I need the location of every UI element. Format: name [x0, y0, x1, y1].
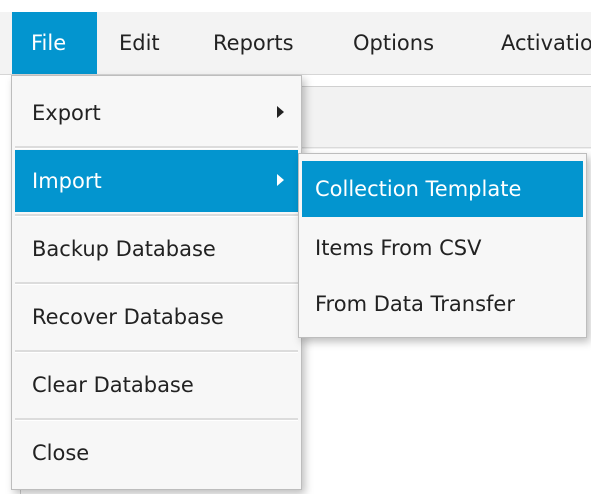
- menu-item-export[interactable]: Export: [15, 82, 298, 144]
- menu-item-items-from-csv[interactable]: Items From CSV: [302, 220, 583, 276]
- menu-item-label: From Data Transfer: [315, 292, 515, 316]
- menu-item-backup-database[interactable]: Backup Database: [15, 218, 298, 280]
- menu-separator: [15, 214, 298, 217]
- menu-item-label: Recover Database: [32, 305, 224, 329]
- menu-separator: [15, 418, 298, 421]
- chevron-right-icon: [277, 106, 284, 118]
- menu-item-label: Import: [32, 169, 102, 193]
- menu-separator: [15, 350, 298, 353]
- menu-bar: File Edit Reports Options Activation: [0, 12, 591, 75]
- menu-item-close[interactable]: Close: [15, 422, 298, 484]
- app-window: File Edit Reports Options Activation Exp…: [0, 0, 591, 494]
- import-submenu: Collection Template Items From CSV From …: [298, 153, 587, 338]
- menu-item-label: Export: [32, 101, 101, 125]
- file-menu-dropdown: Export Import Backup Database Recover Da…: [11, 75, 302, 490]
- menu-separator: [15, 282, 298, 285]
- chevron-right-icon: [277, 174, 284, 186]
- menu-item-from-data-transfer[interactable]: From Data Transfer: [302, 276, 583, 332]
- menu-item-label: Backup Database: [32, 237, 216, 261]
- menu-item-label: Clear Database: [32, 373, 194, 397]
- menu-edit[interactable]: Edit: [100, 12, 190, 74]
- menu-item-label: Close: [32, 441, 90, 465]
- menu-reports[interactable]: Reports: [194, 12, 318, 74]
- menu-item-clear-database[interactable]: Clear Database: [15, 354, 298, 416]
- menu-separator: [15, 146, 298, 149]
- menu-item-import[interactable]: Import: [15, 150, 298, 212]
- menu-file[interactable]: File: [12, 12, 97, 74]
- menu-item-collection-template[interactable]: Collection Template: [302, 161, 583, 217]
- menu-item-recover-database[interactable]: Recover Database: [15, 286, 298, 348]
- menu-options[interactable]: Options: [334, 12, 474, 74]
- menu-item-label: Collection Template: [315, 177, 522, 201]
- menu-activation[interactable]: Activation: [482, 12, 591, 74]
- menu-item-label: Items From CSV: [315, 236, 482, 260]
